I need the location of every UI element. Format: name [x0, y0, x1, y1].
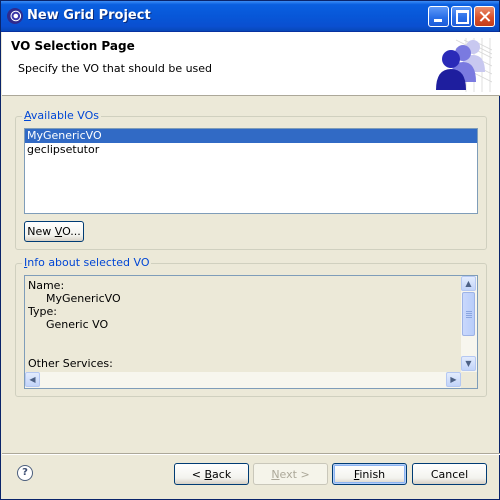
- scroll-right-icon[interactable]: ▶: [446, 372, 461, 387]
- type-label: Type:: [28, 305, 57, 318]
- list-item[interactable]: geclipsetutor: [25, 143, 477, 157]
- next-button[interactable]: Next >: [253, 463, 328, 485]
- page-title: VO Selection Page: [11, 39, 135, 53]
- name-value: MyGenericVO: [46, 292, 121, 305]
- vo-info-label: Info about selected VO: [22, 256, 152, 269]
- scroll-left-icon[interactable]: ◀: [25, 372, 40, 387]
- page-description: Specify the VO that should be used: [18, 62, 213, 75]
- vo-list[interactable]: MyGenericVO geclipsetutor: [24, 128, 478, 214]
- vo-info-content: Name: MyGenericVO Type: Generic VO Other…: [28, 279, 121, 370]
- help-icon[interactable]: ?: [17, 465, 33, 481]
- users-banner-icon: [436, 38, 492, 92]
- scrollbar-corner: [461, 372, 477, 388]
- vo-info-text[interactable]: Name: MyGenericVO Type: Generic VO Other…: [24, 275, 478, 389]
- finish-button[interactable]: Finish: [332, 463, 407, 485]
- scroll-down-icon[interactable]: ▼: [461, 356, 476, 371]
- wizard-header: VO Selection Page Specify the VO that sh…: [2, 32, 500, 96]
- new-vo-button[interactable]: New VO...: [24, 221, 84, 242]
- eclipse-app-icon: [7, 8, 23, 24]
- other-services-label: Other Services:: [28, 357, 113, 370]
- available-vos-label: Available VOs: [22, 109, 102, 122]
- title-bar[interactable]: New Grid Project: [1, 1, 499, 32]
- close-icon[interactable]: [474, 6, 495, 27]
- name-label: Name:: [28, 279, 65, 292]
- cancel-button[interactable]: Cancel: [412, 463, 487, 485]
- maximize-icon[interactable]: [451, 6, 472, 27]
- vo-info-group: Info about selected VO Name: MyGenericVO…: [15, 256, 487, 397]
- scroll-up-icon[interactable]: ▲: [461, 276, 476, 291]
- minimize-icon[interactable]: [428, 6, 449, 27]
- vertical-scroll-thumb[interactable]: [462, 292, 475, 336]
- vertical-scrollbar[interactable]: ▲ ▼: [460, 276, 477, 372]
- list-item[interactable]: MyGenericVO: [25, 129, 477, 143]
- dialog-window: New Grid Project VO Selection Page Speci…: [0, 0, 500, 500]
- footer-separator: [2, 453, 500, 455]
- horizontal-scrollbar[interactable]: ◀ ▶: [25, 372, 461, 388]
- window-title: New Grid Project: [27, 8, 151, 23]
- type-value: Generic VO: [46, 318, 109, 331]
- back-button[interactable]: < Back: [174, 463, 249, 485]
- available-vos-group: Available VOs MyGenericVO geclipsetutor …: [15, 109, 487, 250]
